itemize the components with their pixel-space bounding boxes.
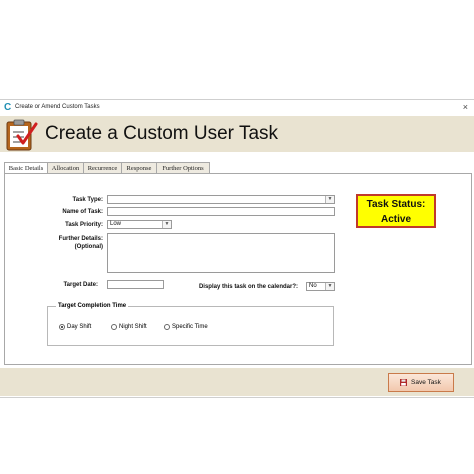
floppy-disk-icon	[400, 379, 407, 386]
radio-unselected-icon[interactable]	[164, 324, 170, 330]
clipboard-check-icon	[6, 119, 38, 151]
radio-selected-icon[interactable]	[59, 324, 65, 330]
window-title: Create or Amend Custom Tasks	[15, 104, 100, 110]
save-task-button[interactable]: Save Task	[388, 373, 454, 392]
radio-unselected-icon[interactable]	[111, 324, 117, 330]
radio-specific-time-label: Specific Time	[172, 324, 208, 330]
header-banner: Create a Custom User Task	[0, 116, 474, 152]
app-icon: C	[4, 102, 12, 113]
optional-label: (Optional)	[74, 244, 103, 250]
chevron-down-icon[interactable]: ▼	[325, 196, 334, 203]
task-name-input[interactable]	[107, 207, 335, 216]
calendar-display-label: Display this task on the calendar?:	[198, 284, 298, 290]
chevron-down-icon[interactable]: ▼	[162, 221, 171, 228]
calendar-display-select[interactable]: No ▼	[306, 282, 335, 291]
further-details-textarea[interactable]	[107, 233, 335, 273]
task-status-badge: Task Status: Active	[356, 194, 436, 228]
task-name-label: Name of Task:	[62, 209, 103, 215]
task-priority-label: Task Priority:	[65, 222, 103, 228]
target-completion-group: Target Completion Time Day Shift Night S…	[47, 302, 334, 346]
further-details-label: Further Details:	[58, 236, 103, 242]
task-status-value: Active	[380, 214, 411, 225]
radio-night-shift-label: Night Shift	[119, 324, 147, 330]
target-completion-legend: Target Completion Time	[56, 302, 129, 310]
task-priority-value: Low	[110, 221, 122, 227]
target-date-label: Target Date:	[63, 282, 98, 288]
page-title: Create a Custom User Task	[45, 123, 279, 144]
task-type-label: Task Type:	[72, 197, 103, 203]
save-task-label: Save Task	[411, 379, 441, 386]
radio-day-shift-label: Day Shift	[67, 324, 92, 330]
task-status-title: Task Status:	[366, 199, 426, 210]
title-bar: C Create or Amend Custom Tasks ×	[0, 100, 474, 115]
calendar-display-value: No	[309, 283, 317, 289]
close-icon[interactable]: ×	[463, 101, 468, 113]
chevron-down-icon[interactable]: ▼	[325, 283, 334, 290]
task-type-select[interactable]: ▼	[107, 195, 335, 204]
task-priority-select[interactable]: Low ▼	[107, 220, 172, 229]
target-date-input[interactable]	[107, 280, 164, 289]
